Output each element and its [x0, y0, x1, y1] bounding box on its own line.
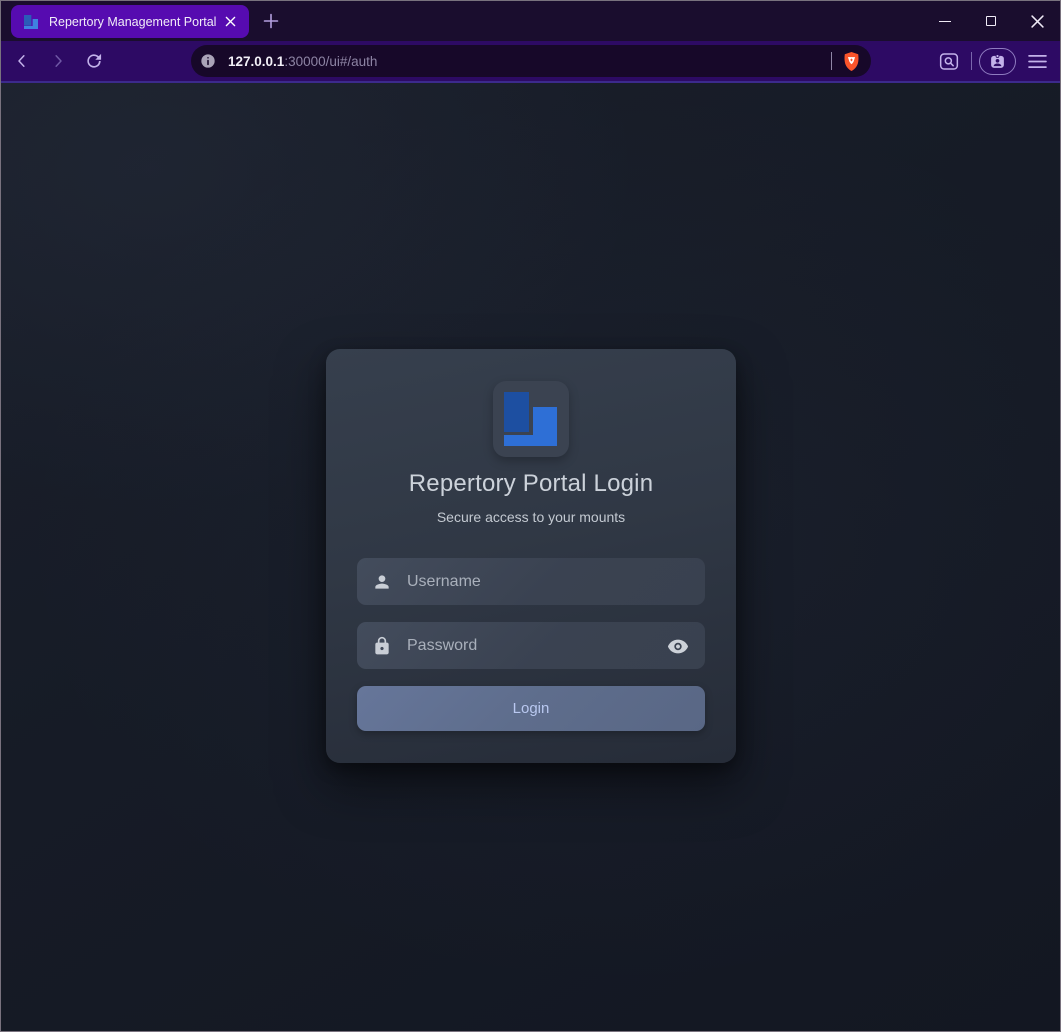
maximize-icon: [986, 16, 996, 26]
minimize-icon: [939, 21, 951, 22]
repertory-logo-favicon: [23, 14, 39, 30]
window-close-button[interactable]: [1014, 1, 1060, 41]
person-icon: [372, 572, 392, 592]
plus-icon: [263, 13, 279, 29]
reload-button[interactable]: [79, 46, 109, 76]
forward-button[interactable]: [43, 46, 73, 76]
sidebar-search-button[interactable]: [934, 46, 964, 76]
toolbar-divider: [971, 52, 973, 70]
menu-button[interactable]: [1022, 46, 1052, 76]
page-subtitle: Secure access to your mounts: [437, 509, 625, 525]
window-minimize-button[interactable]: [922, 1, 968, 41]
url-path: :30000/ui#/auth: [284, 54, 377, 69]
profile-badge-icon: [989, 53, 1006, 70]
password-input[interactable]: [407, 637, 664, 655]
profile-button[interactable]: [979, 48, 1016, 75]
reload-icon: [84, 51, 104, 71]
hamburger-menu-icon: [1028, 54, 1047, 69]
repertory-logo: [493, 381, 569, 457]
tab-close-icon[interactable]: [221, 13, 239, 31]
login-card: Repertory Portal Login Secure access to …: [326, 349, 736, 763]
tab-title: Repertory Management Portal: [49, 15, 217, 29]
username-field-container: [357, 558, 705, 605]
urlbar-divider: [831, 52, 832, 70]
url-text: 127.0.0.1:30000/ui#/auth: [228, 54, 827, 69]
back-button[interactable]: [7, 46, 37, 76]
tab-bar: Repertory Management Portal: [1, 1, 1060, 41]
brave-shield-icon[interactable]: [842, 51, 861, 72]
sidebar-search-icon: [939, 52, 959, 71]
browser-window: Repertory Management Portal: [0, 0, 1061, 1032]
close-icon: [1031, 15, 1044, 28]
page-content: Repertory Portal Login Secure access to …: [1, 83, 1060, 1031]
navigation-bar: 127.0.0.1:30000/ui#/auth: [1, 41, 1060, 81]
forward-arrow-icon: [49, 52, 67, 70]
address-bar[interactable]: 127.0.0.1:30000/ui#/auth: [191, 45, 871, 77]
password-field-container: [357, 622, 705, 669]
toolbar-right: [928, 41, 1053, 81]
repertory-logo-icon: [504, 392, 558, 446]
toggle-password-visibility-button[interactable]: [664, 632, 692, 660]
url-host: 127.0.0.1: [228, 54, 284, 69]
new-tab-button[interactable]: [257, 7, 285, 35]
visibility-eye-icon: [667, 635, 689, 657]
lock-icon: [372, 636, 392, 656]
login-button[interactable]: Login: [357, 686, 705, 731]
page-title: Repertory Portal Login: [409, 470, 654, 498]
back-arrow-icon: [13, 52, 31, 70]
tab-repertory-portal[interactable]: Repertory Management Portal: [11, 5, 249, 38]
window-maximize-button[interactable]: [968, 1, 1014, 41]
site-info-icon[interactable]: [200, 53, 216, 69]
username-input[interactable]: [407, 573, 692, 591]
window-controls: [922, 1, 1060, 41]
